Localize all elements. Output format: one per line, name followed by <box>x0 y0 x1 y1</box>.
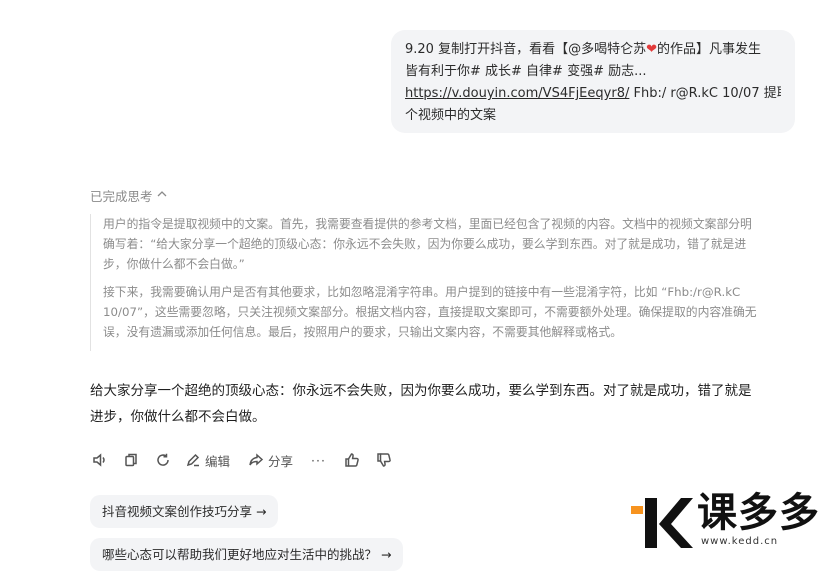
dislike-button[interactable] <box>376 449 392 471</box>
thumbs-up-icon <box>345 453 359 467</box>
user-message-line-3: https://v.douyin.com/VS4FjEeqyr8/ Fhb:/ … <box>405 83 781 105</box>
answer-line: 进步，你做什么都不会白做。 <box>90 409 266 425</box>
edit-button[interactable]: 编辑 <box>185 449 230 471</box>
thinking-toggle[interactable]: 已完成思考 <box>90 186 167 205</box>
thinking-paragraph-1: 用户的指令是提取视频中的文案。首先，我需要查看提供的参考文档，里面已经包含了视频… <box>103 214 802 274</box>
refresh-icon <box>157 453 169 466</box>
copy-icon <box>125 453 137 467</box>
share-icon <box>249 453 264 466</box>
regenerate-button[interactable] <box>155 449 171 471</box>
speaker-icon <box>93 453 105 467</box>
thinking-paragraph-2: 接下来，我需要确认用户是否有其他要求，比如忽略混淆字符串。用户提到的链接中有一些… <box>103 282 802 342</box>
thinking-line: 接下来，我需要确认用户是否有其他要求，比如忽略混淆字符串。用户提到的链接中有一些… <box>103 285 741 299</box>
thinking-line: 10/07”，这些需要忽略，只关注视频文案部分。根据文档内容，直接提取文案即可，… <box>103 305 757 319</box>
user-message-line-4: 个视频中的文案 <box>405 108 497 123</box>
assistant-answer: 给大家分享一个超绝的顶级心态：你永远不会失败，因为你要么成功，要么学到东西。对了… <box>90 378 805 430</box>
thinking-line: 用户的指令是提取视频中的文案。首先，我需要查看提供的参考文档，里面已经包含了视频… <box>103 217 752 231</box>
user-message-text: 9.20 复制打开抖音，看看【@多喝特仑苏 <box>405 42 647 57</box>
message-actions-bar: 编辑 分享 ··· <box>90 449 392 471</box>
share-button[interactable]: 分享 <box>248 449 293 471</box>
thumbs-down-icon <box>377 453 391 467</box>
user-message-line-2: 皆有利于你# 成长# 自律# 变强# 励志... <box>405 64 647 79</box>
thinking-line: 误，没有遗漏或添加任何信息。最后，按照用户的要求，只输出文案内容，不需要其他解释… <box>103 325 623 339</box>
more-button[interactable]: ··· <box>311 449 326 471</box>
copy-button[interactable] <box>123 449 139 471</box>
user-message-bubble: 9.20 复制打开抖音，看看【@多喝特仑苏❤的作品】凡事发生 皆有利于你# 成长… <box>391 30 795 133</box>
read-aloud-button[interactable] <box>92 449 108 471</box>
user-message-text: 的作品】凡事发生 <box>656 42 761 57</box>
answer-line: 给大家分享一个超绝的顶级心态：你永远不会失败，因为你要么成功，要么学到东西。对了… <box>90 383 752 399</box>
heart-icon: ❤ <box>646 42 657 57</box>
kedd-watermark: 课多多 www.kedd.cn <box>631 490 835 555</box>
watermark-url: www.kedd.cn <box>701 536 779 547</box>
thinking-line: 确写着：“给大家分享一个超绝的顶级心态：你永远不会失败，因为你要么成功，要么学到… <box>103 237 747 251</box>
thinking-header-label: 已完成思考 <box>90 189 153 204</box>
watermark-brand: 课多多 <box>697 490 820 536</box>
edit-label: 编辑 <box>205 453 231 469</box>
edit-icon <box>186 453 200 467</box>
user-message-line-1: 9.20 复制打开抖音，看看【@多喝特仑苏❤的作品】凡事发生 <box>405 39 781 61</box>
thinking-line: 步，你做什么都不会白做。” <box>103 257 245 271</box>
share-label: 分享 <box>268 453 294 469</box>
suggestion-chip[interactable]: 抖音视频文案创作技巧分享 → <box>90 495 279 528</box>
user-message-text: Fhb:/ r@R.kC 10/07 提取这 <box>633 86 781 101</box>
like-button[interactable] <box>344 449 360 471</box>
kedd-logo-icon <box>631 498 693 548</box>
thinking-content: 用户的指令是提取视频中的文案。首先，我需要查看提供的参考文档，里面已经包含了视频… <box>90 214 802 351</box>
more-icon: ··· <box>311 452 326 468</box>
douyin-link[interactable]: https://v.douyin.com/VS4FjEeqyr8/ <box>405 86 629 101</box>
chevron-up-icon <box>157 189 167 200</box>
